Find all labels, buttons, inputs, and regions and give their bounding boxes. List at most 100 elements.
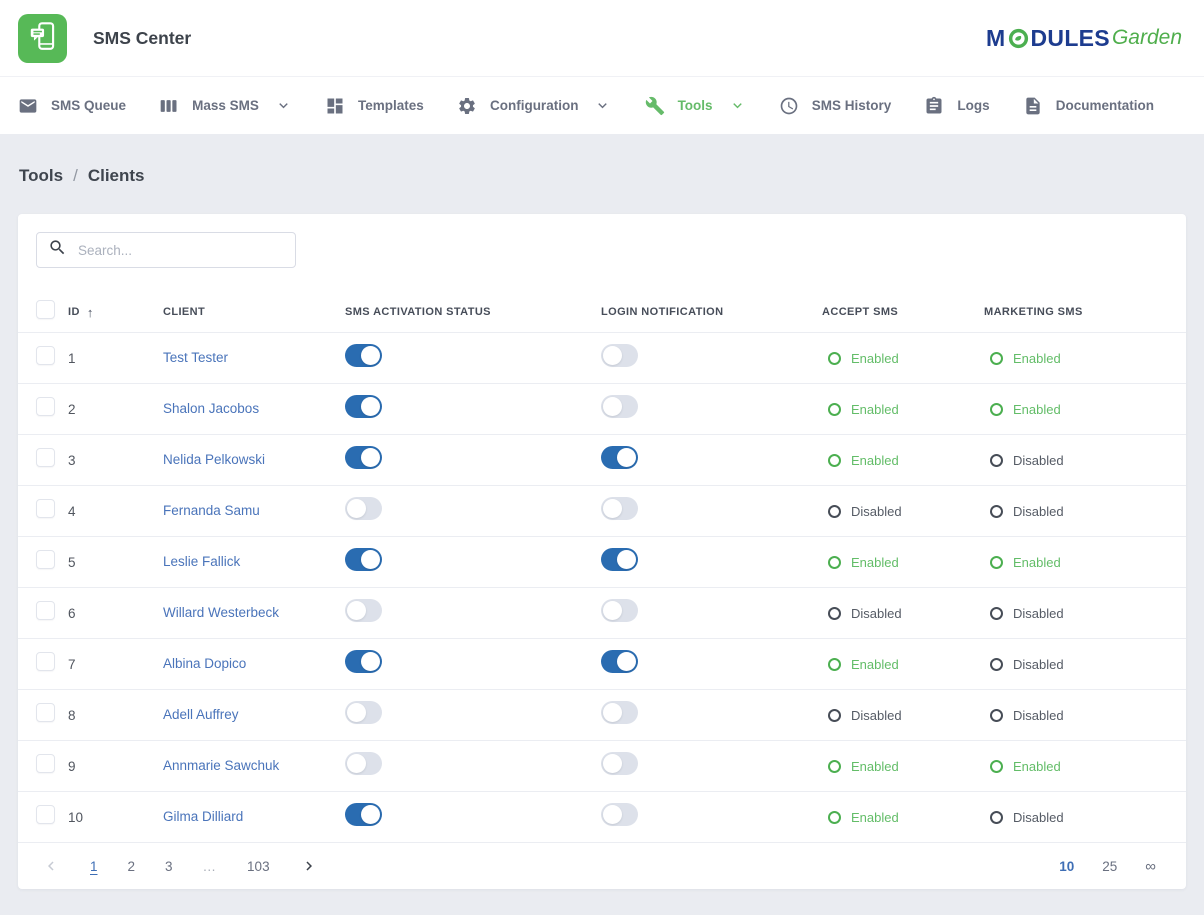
sms-activation-toggle[interactable] — [345, 395, 382, 418]
page-button-3[interactable]: 3 — [165, 859, 173, 874]
nav-item-tools[interactable]: Tools — [645, 96, 746, 116]
page-size-10[interactable]: 10 — [1059, 859, 1074, 874]
page-button-2[interactable]: 2 — [128, 859, 136, 874]
sms-activation-toggle[interactable] — [345, 548, 382, 571]
login-notification-toggle[interactable] — [601, 650, 638, 673]
toggle-knob — [361, 550, 380, 569]
nav-item-label: Logs — [957, 98, 989, 113]
table-row: 9Annmarie SawchukEnabledEnabled — [18, 740, 1186, 791]
status-label: Disabled — [1013, 810, 1064, 825]
row-checkbox[interactable] — [36, 652, 55, 671]
row-checkbox[interactable] — [36, 805, 55, 824]
row-checkbox[interactable] — [36, 601, 55, 620]
table-row: 2Shalon JacobosEnabledEnabled — [18, 383, 1186, 434]
clock-icon — [779, 96, 799, 116]
page-size-all[interactable]: ∞ — [1145, 858, 1156, 875]
nav-item-label: Templates — [358, 98, 424, 113]
page-button-103[interactable]: 103 — [247, 859, 270, 874]
main-nav: SMS Queue Mass SMS Templates Configuration T… — [0, 76, 1204, 134]
row-id: 2 — [68, 402, 163, 417]
row-id: 6 — [68, 606, 163, 621]
row-checkbox[interactable] — [36, 397, 55, 416]
status-label: Disabled — [1013, 453, 1064, 468]
brand-text-dules: DULES — [1031, 25, 1110, 52]
sms-activation-toggle[interactable] — [345, 446, 382, 469]
column-header-sms-activation-status[interactable]: SMS ACTIVATION STATUS — [345, 306, 601, 318]
nav-item-logs[interactable]: Logs — [924, 96, 989, 116]
column-header-marketing-sms[interactable]: MARKETING SMS — [984, 306, 1168, 318]
select-all-checkbox[interactable] — [36, 300, 55, 319]
client-link[interactable]: Albina Dopico — [163, 656, 246, 671]
toggle-knob — [361, 397, 380, 416]
login-notification-toggle[interactable] — [601, 446, 638, 469]
status-label: Disabled — [851, 708, 902, 723]
client-link[interactable]: Shalon Jacobos — [163, 401, 259, 416]
login-notification-toggle[interactable] — [601, 701, 638, 724]
next-page-button[interactable] — [300, 857, 318, 875]
login-notification-toggle[interactable] — [601, 803, 638, 826]
row-checkbox[interactable] — [36, 550, 55, 569]
login-notification-toggle[interactable] — [601, 344, 638, 367]
sms-activation-toggle[interactable] — [345, 803, 382, 826]
status-label: Enabled — [851, 351, 899, 366]
sms-activation-toggle[interactable] — [345, 497, 382, 520]
breadcrumb-section[interactable]: Tools — [19, 166, 63, 186]
status-circle-icon — [828, 811, 841, 824]
chevron-down-icon — [729, 97, 746, 114]
prev-page-button[interactable] — [42, 857, 60, 875]
accept-sms-status: Disabled — [822, 504, 984, 519]
status-circle-icon — [990, 607, 1003, 620]
row-id: 3 — [68, 453, 163, 468]
nav-item-sms-history[interactable]: SMS History — [779, 96, 892, 116]
toggle-knob — [603, 805, 622, 824]
column-header-accept-sms[interactable]: ACCEPT SMS — [822, 306, 984, 318]
sms-activation-toggle[interactable] — [345, 701, 382, 724]
marketing-sms-status: Enabled — [984, 402, 1168, 417]
nav-item-documentation[interactable]: Documentation — [1023, 96, 1154, 116]
client-link[interactable]: Adell Auffrey — [163, 707, 239, 722]
sms-activation-toggle[interactable] — [345, 344, 382, 367]
row-checkbox[interactable] — [36, 499, 55, 518]
row-checkbox[interactable] — [36, 448, 55, 467]
login-notification-toggle[interactable] — [601, 752, 638, 775]
nav-item-templates[interactable]: Templates — [325, 96, 424, 116]
row-checkbox[interactable] — [36, 754, 55, 773]
chevron-down-icon — [594, 97, 611, 114]
sms-activation-toggle[interactable] — [345, 650, 382, 673]
toggle-knob — [347, 499, 366, 518]
email-icon — [18, 96, 38, 116]
status-circle-icon — [990, 352, 1003, 365]
table-row: 6Willard WesterbeckDisabledDisabled — [18, 587, 1186, 638]
nav-item-mass-sms[interactable]: Mass SMS — [159, 96, 292, 116]
client-link[interactable]: Leslie Fallick — [163, 554, 240, 569]
client-link[interactable]: Test Tester — [163, 350, 228, 365]
row-id: 5 — [68, 555, 163, 570]
client-link[interactable]: Willard Westerbeck — [163, 605, 279, 620]
status-circle-icon — [990, 811, 1003, 824]
login-notification-toggle[interactable] — [601, 548, 638, 571]
status-circle-icon — [828, 454, 841, 467]
row-checkbox[interactable] — [36, 703, 55, 722]
login-notification-toggle[interactable] — [601, 497, 638, 520]
sms-activation-toggle[interactable] — [345, 752, 382, 775]
login-notification-toggle[interactable] — [601, 395, 638, 418]
page-size-25[interactable]: 25 — [1102, 859, 1117, 874]
toggle-knob — [361, 346, 380, 365]
nav-item-sms-queue[interactable]: SMS Queue — [18, 96, 126, 116]
accept-sms-status: Enabled — [822, 810, 984, 825]
column-header-login-notification[interactable]: LOGIN NOTIFICATION — [601, 306, 822, 318]
sms-activation-toggle[interactable] — [345, 599, 382, 622]
client-link[interactable]: Nelida Pelkowski — [163, 452, 265, 467]
search-box — [36, 232, 296, 268]
nav-item-configuration[interactable]: Configuration — [457, 96, 611, 116]
page-button-1[interactable]: 1 — [90, 859, 98, 874]
row-checkbox[interactable] — [36, 346, 55, 365]
client-link[interactable]: Fernanda Samu — [163, 503, 260, 518]
search-input[interactable] — [78, 243, 284, 258]
client-link[interactable]: Gilma Dilliard — [163, 809, 243, 824]
client-link[interactable]: Annmarie Sawchuk — [163, 758, 279, 773]
toggle-knob — [617, 652, 636, 671]
column-header-client[interactable]: CLIENT — [163, 306, 345, 318]
column-header-id[interactable]: ID ↑ — [68, 305, 163, 320]
login-notification-toggle[interactable] — [601, 599, 638, 622]
